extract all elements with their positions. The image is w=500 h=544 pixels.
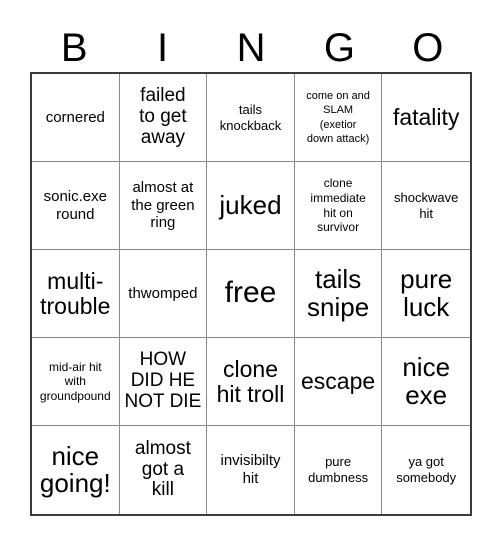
bingo-cell-r4c2[interactable]: HOW DID HE NOT DIE bbox=[119, 338, 208, 426]
bingo-cell-r1c5[interactable]: fatality bbox=[382, 74, 470, 162]
bingo-cell-r3c2[interactable]: thwomped bbox=[119, 250, 208, 338]
bingo-cell-r4c4[interactable]: escape bbox=[294, 338, 383, 426]
bingo-cell-r5c4[interactable]: pure dumbness bbox=[294, 426, 383, 514]
bingo-cell-r2c1[interactable]: sonic.exe round bbox=[32, 162, 120, 250]
bingo-cell-label: almost got a kill bbox=[134, 437, 191, 501]
header-letter-i: I bbox=[157, 26, 169, 70]
bingo-cell-label: shockwave hit bbox=[394, 189, 459, 221]
bingo-cell-r5c3[interactable]: invisibilty hit bbox=[207, 426, 295, 514]
bingo-cell-label: tails snipe bbox=[307, 264, 370, 322]
bingo-cell-r1c4[interactable]: come on and SLAM (exetior down attack) bbox=[294, 74, 383, 162]
bingo-cell-label: free bbox=[224, 276, 277, 310]
bingo-cell-label: tails knockback bbox=[219, 101, 282, 133]
bingo-cell-label: mid-air hit with groundpound bbox=[39, 359, 111, 403]
bingo-cell-label: pure dumbness bbox=[308, 454, 369, 485]
bingo-cell-label: come on and SLAM (exetior down attack) bbox=[306, 90, 370, 145]
header-letter-g: G bbox=[323, 26, 355, 70]
bingo-cell-label: escape bbox=[301, 368, 376, 395]
bingo-grid: cornered failed to get away tails knockbac… bbox=[30, 72, 472, 516]
bingo-cell-label: pure luck bbox=[400, 264, 453, 322]
bingo-cell-label: cornered bbox=[45, 108, 105, 126]
bingo-cell-r2c4[interactable]: clone immediate hit on survivor bbox=[294, 162, 383, 250]
bingo-cell-r5c1[interactable]: nice going! bbox=[32, 426, 120, 514]
bingo-cell-label: thwomped bbox=[128, 284, 198, 302]
bingo-cell-r3c4[interactable]: tails snipe bbox=[294, 250, 383, 338]
bingo-cell-r1c3[interactable]: tails knockback bbox=[207, 74, 295, 162]
bingo-cell-r4c5[interactable]: nice exe bbox=[382, 338, 470, 426]
bingo-cell-r2c2[interactable]: almost at the green ring bbox=[119, 162, 208, 250]
bingo-cell-r2c5[interactable]: shockwave hit bbox=[382, 162, 470, 250]
bingo-cell-label: ya got somebody bbox=[396, 454, 457, 485]
bingo-cell-r3c1[interactable]: multi- trouble bbox=[32, 250, 120, 338]
bingo-header-row: B I N G O bbox=[30, 12, 472, 70]
bingo-cell-label: invisibilty hit bbox=[220, 452, 281, 487]
bingo-cell-label: sonic.exe round bbox=[43, 187, 107, 223]
bingo-cell-label: HOW DID HE NOT DIE bbox=[124, 349, 202, 412]
bingo-cell-label: juked bbox=[219, 189, 282, 220]
bingo-cell-label: multi- trouble bbox=[40, 268, 111, 319]
bingo-cell-r5c2[interactable]: almost got a kill bbox=[119, 426, 208, 514]
bingo-cell-r3c3[interactable]: free bbox=[207, 250, 295, 338]
bingo-cell-label: failed to get away bbox=[139, 85, 187, 148]
bingo-cell-r2c3[interactable]: juked bbox=[207, 162, 295, 250]
bingo-cell-r4c3[interactable]: clone hit troll bbox=[207, 338, 295, 426]
bingo-cell-label: fatality bbox=[392, 104, 460, 131]
header-letter-n: N bbox=[236, 26, 266, 70]
bingo-cell-r5c5[interactable]: ya got somebody bbox=[382, 426, 470, 514]
bingo-cell-r3c5[interactable]: pure luck bbox=[382, 250, 470, 338]
bingo-card: B I N G O cornered failed to get away tail… bbox=[0, 0, 500, 544]
header-letter-o: O bbox=[412, 26, 444, 70]
bingo-cell-label: nice exe bbox=[402, 352, 451, 410]
bingo-cell-label: clone immediate hit on survivor bbox=[310, 176, 366, 235]
bingo-cell-r1c1[interactable]: cornered bbox=[32, 74, 120, 162]
bingo-cell-label: almost at the green ring bbox=[131, 178, 195, 232]
header-letter-b: B bbox=[60, 26, 88, 70]
bingo-cell-r4c1[interactable]: mid-air hit with groundpound bbox=[32, 338, 120, 426]
bingo-cell-label: nice going! bbox=[39, 440, 111, 498]
bingo-cell-r1c2[interactable]: failed to get away bbox=[119, 74, 208, 162]
bingo-cell-label: clone hit troll bbox=[216, 356, 285, 407]
